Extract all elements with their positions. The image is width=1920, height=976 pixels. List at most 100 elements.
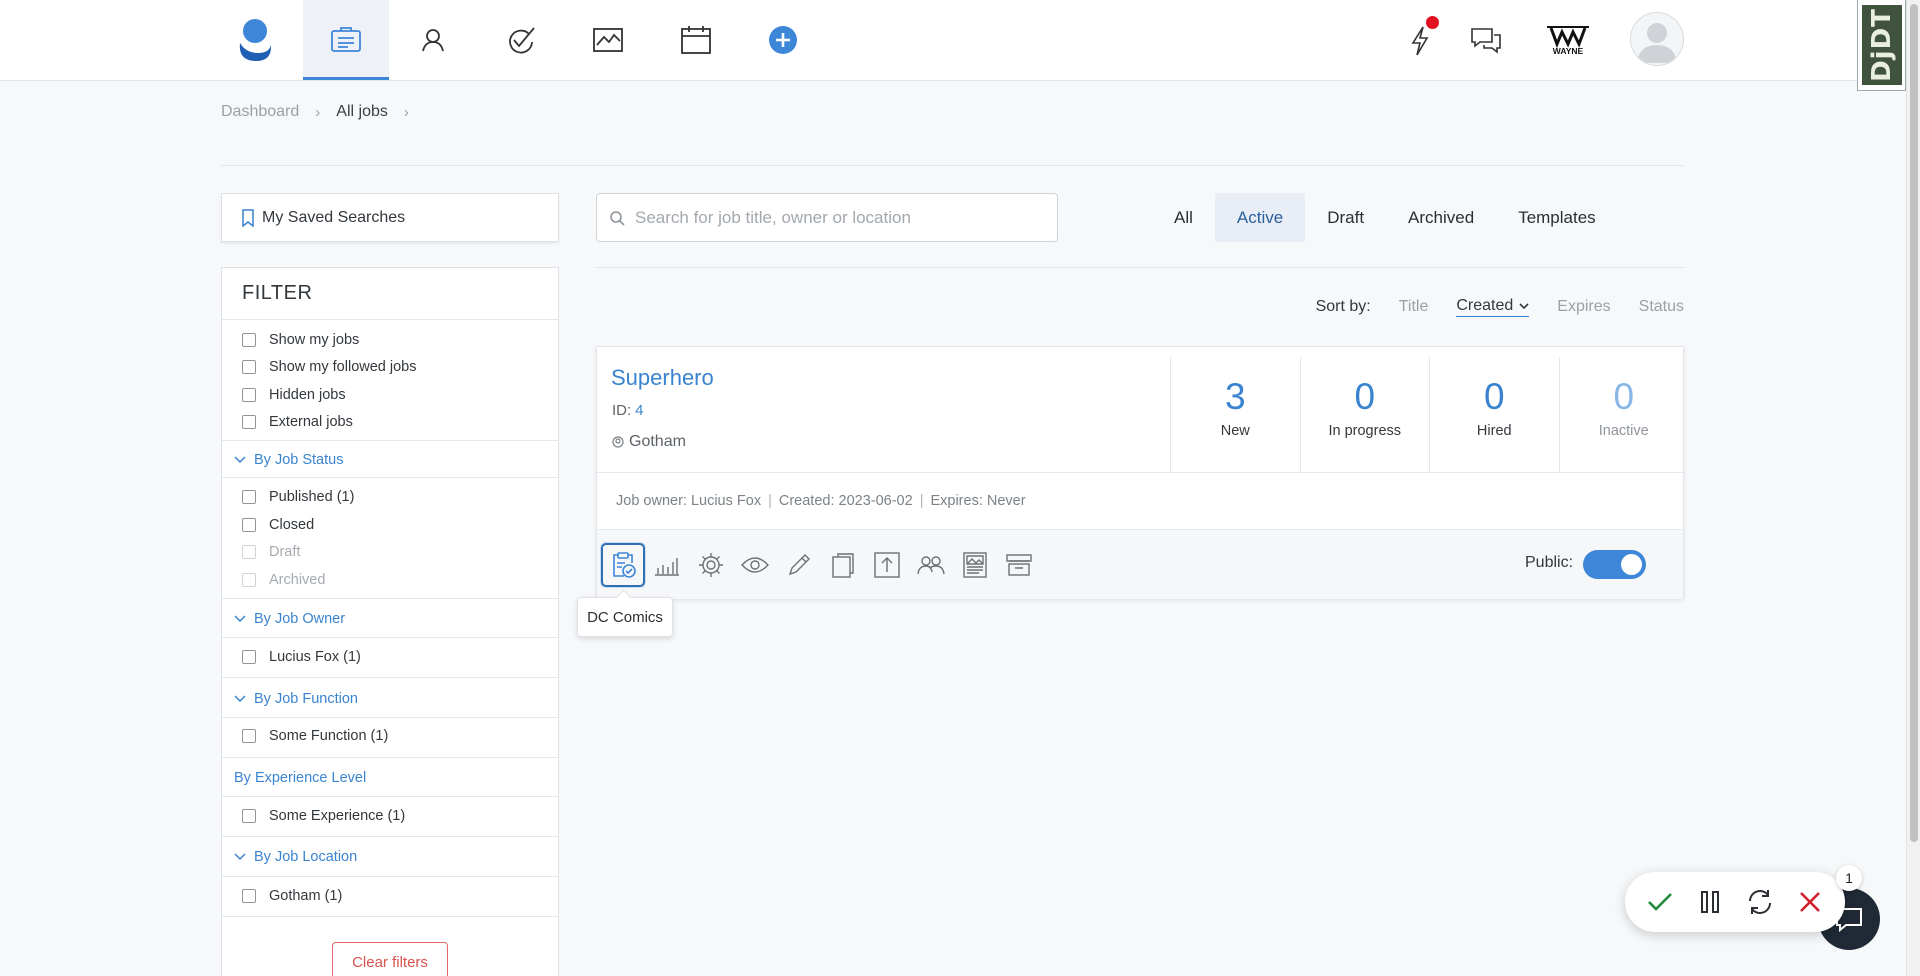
stat-inactive[interactable]: 0 Inactive bbox=[1558, 357, 1689, 472]
public-toggle[interactable] bbox=[1583, 550, 1646, 579]
company-logo[interactable]: WAYNE bbox=[1540, 18, 1596, 64]
refresh-button[interactable] bbox=[1742, 884, 1778, 920]
filter-some-experience[interactable]: Some Experience (1) bbox=[242, 805, 405, 827]
nav-reports-tab[interactable] bbox=[565, 0, 651, 80]
filter-show-my-jobs[interactable]: Show my jobs bbox=[242, 329, 359, 351]
job-ad-button[interactable] bbox=[953, 543, 997, 587]
nav-tasks-tab[interactable] bbox=[478, 0, 564, 80]
tab-archived[interactable]: Archived bbox=[1386, 193, 1496, 242]
stat-new[interactable]: 3 New bbox=[1170, 357, 1300, 472]
search-input[interactable] bbox=[635, 207, 1035, 228]
filter-gotham[interactable]: Gotham (1) bbox=[242, 885, 342, 907]
app-logo[interactable] bbox=[212, 0, 298, 80]
checkbox[interactable] bbox=[242, 809, 256, 823]
tab-all[interactable]: All bbox=[1152, 193, 1215, 242]
breadcrumb-all-jobs[interactable]: All jobs bbox=[336, 103, 388, 121]
nav-jobs-tab[interactable] bbox=[303, 0, 389, 80]
clipboard-check-button[interactable] bbox=[601, 543, 645, 587]
pause-button[interactable] bbox=[1692, 884, 1728, 920]
close-button[interactable] bbox=[1792, 884, 1828, 920]
approve-button[interactable] bbox=[1642, 884, 1678, 920]
sort-created[interactable]: Created bbox=[1456, 297, 1530, 317]
clear-filters-button[interactable]: Clear filters bbox=[332, 942, 448, 976]
job-id-value[interactable]: 4 bbox=[635, 402, 643, 419]
team-button[interactable] bbox=[909, 543, 953, 587]
sort-expires[interactable]: Expires bbox=[1557, 298, 1610, 316]
breadcrumb-dashboard[interactable]: Dashboard bbox=[221, 103, 299, 121]
section-by-job-owner[interactable]: By Job Owner bbox=[234, 608, 345, 630]
checkbox[interactable] bbox=[242, 333, 256, 347]
duplicate-button[interactable] bbox=[821, 543, 865, 587]
saved-searches-button[interactable]: My Saved Searches bbox=[221, 193, 559, 242]
divider bbox=[222, 757, 558, 758]
divider bbox=[222, 876, 558, 877]
checkbox[interactable] bbox=[242, 729, 256, 743]
pending-count-badge: 1 bbox=[1836, 865, 1862, 891]
preview-button[interactable] bbox=[733, 543, 777, 587]
stat-value: 0 bbox=[1483, 376, 1505, 417]
sort-created-label: Created bbox=[1456, 297, 1514, 314]
tab-active[interactable]: Active bbox=[1214, 193, 1306, 242]
nav-create-button[interactable] bbox=[740, 0, 826, 80]
tab-templates[interactable]: Templates bbox=[1496, 193, 1617, 242]
filter-label: Show my followed jobs bbox=[269, 359, 417, 375]
checkbox[interactable] bbox=[242, 518, 256, 532]
filter-label: Some Experience (1) bbox=[269, 808, 406, 824]
person-icon bbox=[420, 27, 446, 53]
section-by-job-location[interactable]: By Job Location bbox=[234, 846, 357, 868]
filter-label: External jobs bbox=[269, 414, 353, 430]
job-title-link[interactable]: Superhero bbox=[611, 365, 714, 391]
sort-label: Sort by: bbox=[1315, 298, 1371, 315]
archive-box-icon bbox=[1006, 554, 1032, 576]
pause-icon bbox=[1700, 890, 1720, 914]
checkbox[interactable] bbox=[242, 415, 256, 429]
nav-calendar-tab[interactable] bbox=[653, 0, 739, 80]
breadcrumb: Dashboard › All jobs › bbox=[221, 101, 425, 123]
statistics-button[interactable] bbox=[645, 543, 689, 587]
notification-badge bbox=[1426, 16, 1439, 29]
page-scrollbar[interactable] bbox=[1906, 0, 1920, 976]
section-title: By Job Owner bbox=[254, 611, 346, 627]
section-by-job-function[interactable]: By Job Function bbox=[234, 688, 358, 710]
sort-status[interactable]: Status bbox=[1639, 298, 1684, 316]
briefcase-icon bbox=[330, 25, 362, 53]
stat-in-progress[interactable]: 0 In progress bbox=[1299, 357, 1430, 472]
settings-button[interactable] bbox=[689, 543, 733, 587]
tab-draft[interactable]: Draft bbox=[1305, 193, 1386, 242]
user-avatar[interactable] bbox=[1630, 12, 1684, 66]
job-search-box[interactable] bbox=[596, 193, 1058, 242]
filter-closed[interactable]: Closed bbox=[242, 514, 314, 536]
django-debug-toolbar-handle[interactable]: DjDT bbox=[1857, 0, 1906, 91]
filter-lucius-fox[interactable]: Lucius Fox (1) bbox=[242, 646, 361, 668]
nav-candidates-tab[interactable] bbox=[390, 0, 476, 80]
scrollbar-thumb[interactable] bbox=[1910, 4, 1918, 842]
checkbox[interactable] bbox=[242, 889, 256, 903]
archive-button[interactable] bbox=[997, 543, 1041, 587]
stat-value: 0 bbox=[1354, 376, 1376, 417]
filter-label: Draft bbox=[269, 544, 301, 560]
divider bbox=[222, 836, 558, 837]
stat-hired[interactable]: 0 Hired bbox=[1429, 357, 1559, 472]
breadcrumb-separator: › bbox=[403, 103, 409, 121]
filter-some-function[interactable]: Some Function (1) bbox=[242, 725, 388, 747]
messages-button[interactable] bbox=[1466, 18, 1506, 64]
checkbox[interactable] bbox=[242, 490, 256, 504]
filter-external-jobs[interactable]: External jobs bbox=[242, 411, 353, 433]
checkbox[interactable] bbox=[242, 360, 256, 374]
publish-button[interactable] bbox=[865, 543, 909, 587]
checkbox[interactable] bbox=[242, 388, 256, 402]
job-status-tabs: All Active Draft Archived Templates bbox=[1152, 193, 1618, 242]
section-by-job-status[interactable]: By Job Status bbox=[234, 449, 343, 471]
gear-icon bbox=[698, 552, 724, 578]
sort-title[interactable]: Title bbox=[1399, 298, 1429, 316]
filter-published[interactable]: Published (1) bbox=[242, 486, 354, 508]
filter-hidden-jobs[interactable]: Hidden jobs bbox=[242, 384, 346, 406]
section-by-experience-level[interactable]: By Experience Level bbox=[234, 767, 366, 789]
djdt-badge: DjDT bbox=[1861, 5, 1902, 85]
meta-divider: | bbox=[919, 492, 924, 509]
edit-button[interactable] bbox=[777, 543, 821, 587]
checkbox[interactable] bbox=[242, 650, 256, 664]
divider bbox=[222, 796, 558, 797]
meta-divider: | bbox=[768, 492, 772, 509]
filter-show-followed-jobs[interactable]: Show my followed jobs bbox=[242, 356, 417, 378]
